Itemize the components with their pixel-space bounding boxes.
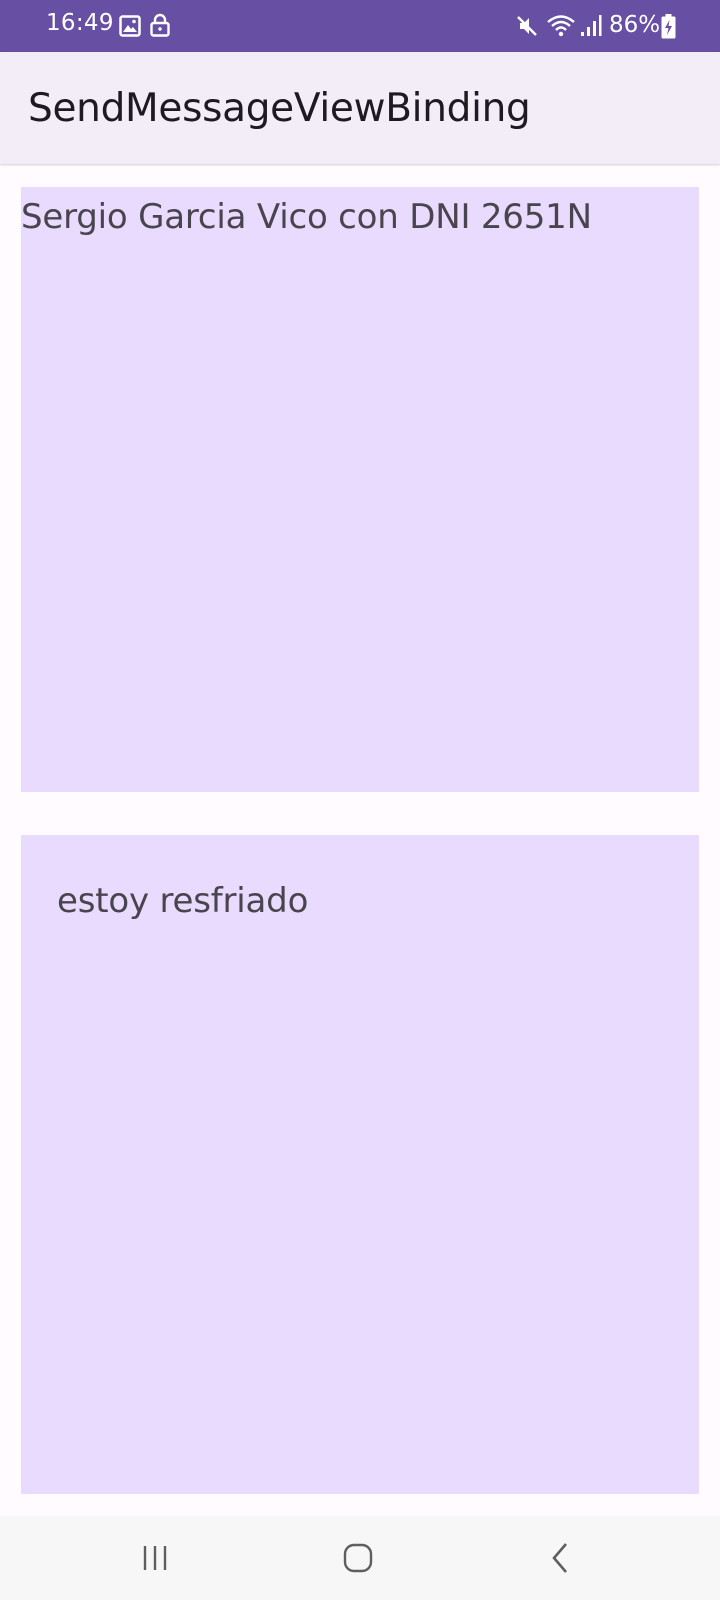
battery-icon [661,14,676,39]
app-title: SendMessageViewBinding [28,86,531,131]
back-icon[interactable] [535,1536,585,1580]
recents-icon[interactable] [130,1536,180,1580]
message-text: estoy resfriado [57,881,309,921]
battery-percentage: 86% [609,12,661,38]
signal-icon [581,15,602,36]
status-time: 16:49 [46,10,114,36]
sender-text: Sergio Garcia Vico con DNI 2651N [21,197,592,237]
wifi-icon [547,15,575,37]
status-bar: 16:49 86% [0,0,720,52]
home-icon[interactable] [333,1536,383,1580]
lock-icon [150,13,170,37]
navigation-bar [0,1516,720,1600]
app-bar: SendMessageViewBinding [0,52,720,164]
image-icon [119,15,141,37]
sender-text-view: Sergio Garcia Vico con DNI 2651N [21,187,699,792]
message-text-view: estoy resfriado [21,835,699,1494]
mute-icon [517,16,537,36]
